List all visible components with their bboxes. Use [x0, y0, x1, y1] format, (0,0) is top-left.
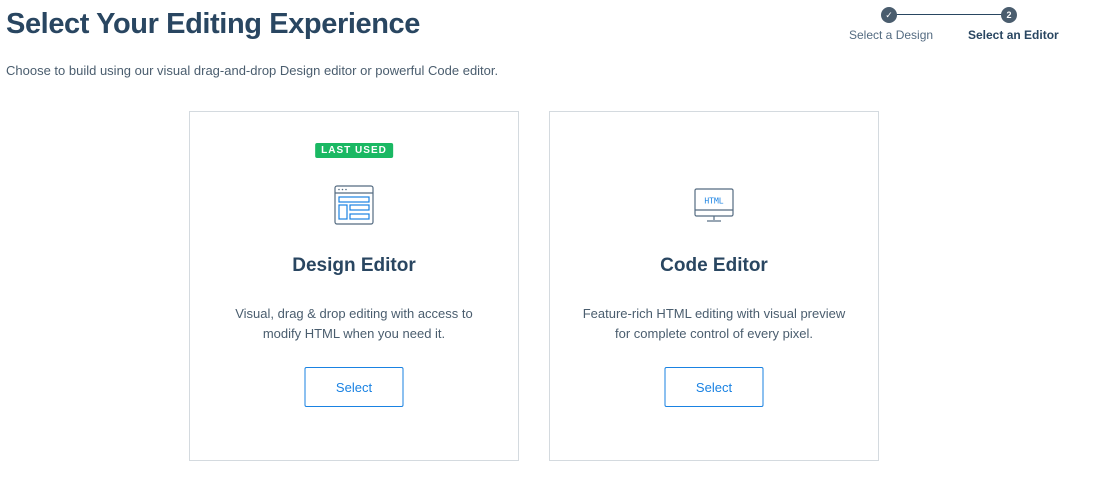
- page-title: Select Your Editing Experience: [6, 8, 421, 40]
- editor-selection-page: Select Your Editing Experience Choose to…: [0, 0, 1120, 491]
- code-editor-description: Feature-rich HTML editing with visual pr…: [582, 306, 846, 341]
- code-editor-card: HTML Code Editor Feature-rich HTML editi…: [549, 111, 879, 461]
- html-monitor-icon: HTML: [694, 188, 734, 229]
- page-subtitle: Choose to build using our visual drag-an…: [6, 63, 499, 78]
- step-1-check-icon[interactable]: ✓: [881, 7, 897, 23]
- stepper-connector: [890, 14, 1010, 15]
- design-editor-card: LAST USED Design Editor Visual, drag & d…: [189, 111, 519, 461]
- progress-stepper: ✓ 2 Select a Design Select an Editor: [848, 7, 1063, 47]
- design-editor-layout-icon: [334, 185, 374, 230]
- design-editor-description: Visual, drag & drop editing with access …: [235, 306, 473, 341]
- last-used-badge: LAST USED: [315, 143, 393, 158]
- step-2-number: 2: [1001, 7, 1017, 23]
- step-1-label[interactable]: Select a Design: [849, 28, 933, 42]
- html-icon-text: HTML: [704, 197, 723, 206]
- select-design-editor-button[interactable]: Select: [304, 367, 404, 407]
- step-2-label: Select an Editor: [968, 28, 1059, 42]
- code-editor-title: Code Editor: [660, 255, 768, 276]
- design-editor-title: Design Editor: [292, 255, 416, 276]
- select-code-editor-button[interactable]: Select: [664, 367, 764, 407]
